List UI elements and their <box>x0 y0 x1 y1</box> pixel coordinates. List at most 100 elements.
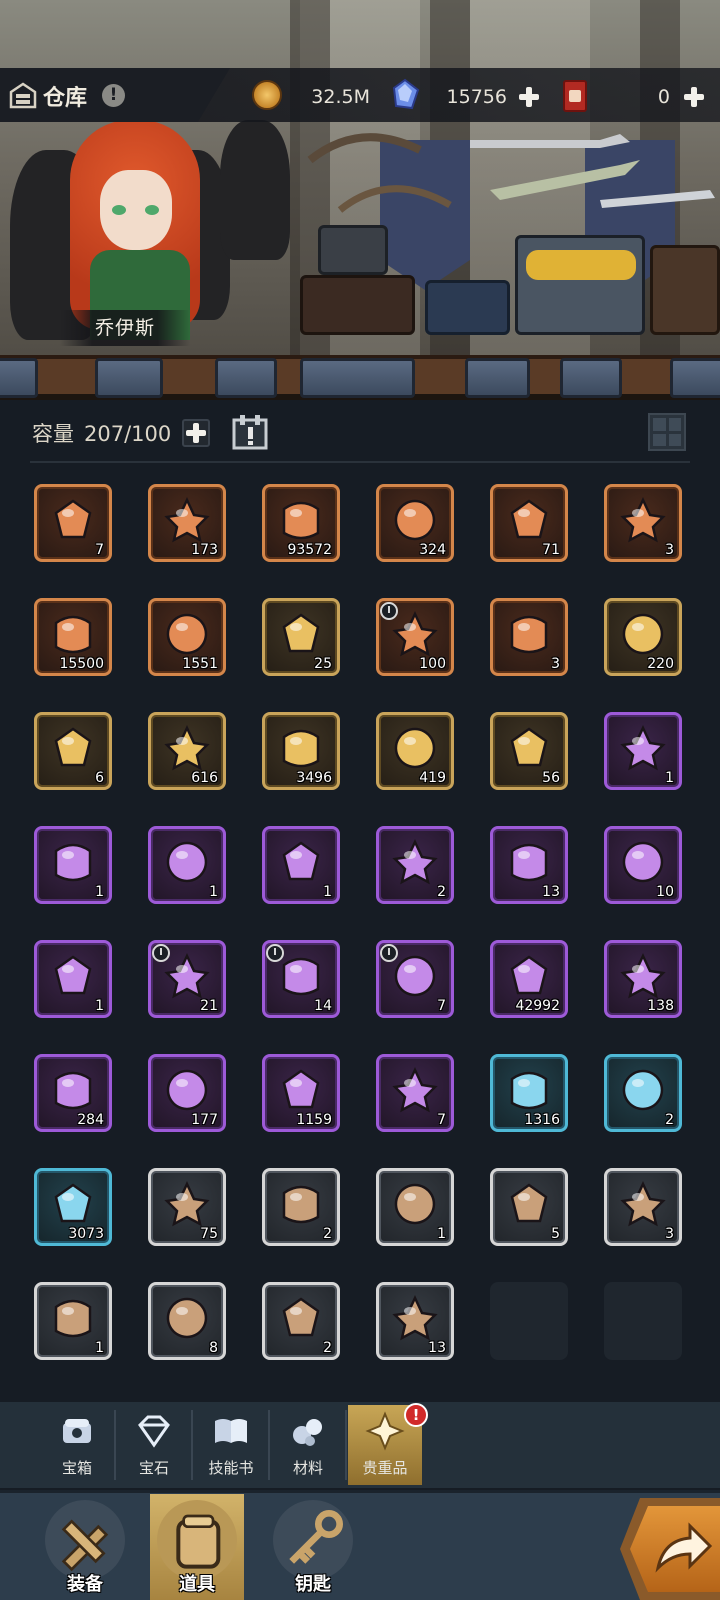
character-face <box>100 170 172 250</box>
chest-decor <box>425 280 510 335</box>
item-slot[interactable]: 7 <box>376 1054 454 1132</box>
ledge-stone <box>300 358 415 398</box>
item-count: 10 <box>656 884 674 900</box>
item-slot[interactable]: 42992 <box>490 940 568 1018</box>
chest-decor <box>300 275 415 335</box>
item-slot[interactable]: 1 <box>34 940 112 1018</box>
page-title: 仓库 <box>43 86 88 111</box>
item-slot[interactable]: 13 <box>490 826 568 904</box>
gear-emblem-icon <box>510 615 548 654</box>
category-tab[interactable]: 材料 <box>271 1405 345 1485</box>
item-count: 71 <box>542 542 560 558</box>
item-slot[interactable]: 8 <box>148 1282 226 1360</box>
item-slot[interactable]: 6 <box>34 712 112 790</box>
item-slot[interactable]: 1316 <box>490 1054 568 1132</box>
item-count: 25 <box>314 656 332 672</box>
category-label: 材料 <box>292 1459 323 1477</box>
item-slot[interactable]: 284 <box>34 1054 112 1132</box>
item-slot[interactable]: 3 <box>604 484 682 562</box>
item-slot[interactable]: 2 <box>262 1168 340 1246</box>
category-tab[interactable]: 宝石 <box>117 1405 191 1485</box>
nav-icon-bg <box>157 1500 237 1580</box>
item-slot[interactable]: 93572 <box>262 484 340 562</box>
category-tab[interactable]: 宝箱 <box>40 1405 114 1485</box>
item-slot[interactable]: 1159 <box>262 1054 340 1132</box>
item-slot[interactable]: 138 <box>604 940 682 1018</box>
item-slot[interactable]: 25 <box>262 598 340 676</box>
flour-sack-icon <box>164 952 210 999</box>
nav-button[interactable]: 道具 <box>150 1494 244 1600</box>
character-name[interactable]: 乔伊斯 <box>60 310 190 346</box>
item-slot[interactable]: 15500 <box>34 598 112 676</box>
info-button[interactable]: ! <box>102 84 125 107</box>
expand-capacity-button[interactable] <box>182 419 210 447</box>
item-count: 15500 <box>59 656 104 672</box>
item-slot[interactable]: 3 <box>604 1168 682 1246</box>
item-slot[interactable]: 1 <box>262 826 340 904</box>
share-button[interactable] <box>620 1498 720 1600</box>
item-slot[interactable]: 220 <box>604 598 682 676</box>
item-slot[interactable]: 14 <box>262 940 340 1018</box>
add-ticket-button[interactable] <box>682 85 706 109</box>
valuable-icon <box>365 1411 405 1451</box>
blue-map-icon <box>510 955 548 995</box>
item-slot[interactable]: 21 <box>148 940 226 1018</box>
item-count: 6 <box>95 770 104 786</box>
item-slot[interactable]: 1551 <box>148 598 226 676</box>
item-slot[interactable]: 56 <box>490 712 568 790</box>
stone-ring-icon <box>166 1069 208 1111</box>
calendar-icon[interactable] <box>230 412 272 452</box>
honey-jar-icon <box>392 838 438 885</box>
capacity-display: 容量 207/100 <box>32 418 171 448</box>
item-slot[interactable]: 1 <box>34 826 112 904</box>
item-slot[interactable]: 324 <box>376 484 454 562</box>
item-slot[interactable]: 100 <box>376 598 454 676</box>
alert-badge: ! <box>404 1403 428 1427</box>
item-slot[interactable]: 10 <box>604 826 682 904</box>
category-tab[interactable]: 技能书 <box>194 1405 268 1485</box>
berries-icon <box>394 955 436 997</box>
item-slot[interactable]: 5 <box>490 1168 568 1246</box>
yarn-ball-icon <box>510 1183 548 1223</box>
add-diamond-button[interactable] <box>517 85 541 109</box>
nav-button[interactable]: 钥匙 <box>266 1494 360 1600</box>
item-slot[interactable]: 2 <box>604 1054 682 1132</box>
item-slot[interactable]: 173 <box>148 484 226 562</box>
item-slot[interactable]: 7 <box>376 940 454 1018</box>
grid-view-toggle[interactable] <box>648 413 686 451</box>
warehouse-icon <box>9 82 37 109</box>
nav-button[interactable]: 装备 <box>38 1494 132 1600</box>
item-slot[interactable]: 1 <box>604 712 682 790</box>
item-count: 220 <box>647 656 674 672</box>
teal-orb-timed-icon <box>392 610 438 657</box>
item-count: 14 <box>314 998 332 1014</box>
item-slot[interactable]: 419 <box>376 712 454 790</box>
item-slot[interactable]: 2 <box>262 1282 340 1360</box>
item-slot[interactable]: 71 <box>490 484 568 562</box>
paw-hexagon-icon <box>166 613 208 655</box>
item-count: 2 <box>323 1226 332 1242</box>
divider <box>30 461 690 463</box>
item-slot[interactable]: 13 <box>376 1282 454 1360</box>
item-count: 21 <box>200 998 218 1014</box>
item-slot[interactable]: 177 <box>148 1054 226 1132</box>
item-slot[interactable]: 3496 <box>262 712 340 790</box>
item-slot[interactable]: 1 <box>34 1282 112 1360</box>
fish-plush-icon <box>620 1180 666 1227</box>
item-count: 138 <box>647 998 674 1014</box>
item-slot[interactable]: 616 <box>148 712 226 790</box>
item-slot[interactable]: 1 <box>148 826 226 904</box>
fire-skull-icon <box>510 727 548 767</box>
golden-crest-icon <box>622 613 664 655</box>
item-count: 2 <box>665 1112 674 1128</box>
item-count: 1 <box>95 1340 104 1356</box>
item-slot[interactable]: 3 <box>490 598 568 676</box>
item-slot[interactable]: 3073 <box>34 1168 112 1246</box>
share-arrow-icon <box>655 1522 713 1573</box>
item-slot[interactable]: 2 <box>376 826 454 904</box>
item-slot[interactable]: 75 <box>148 1168 226 1246</box>
blue-diamond-icon <box>392 78 420 110</box>
item-count: 3 <box>551 656 560 672</box>
item-slot[interactable]: 7 <box>34 484 112 562</box>
item-slot[interactable]: 1 <box>376 1168 454 1246</box>
